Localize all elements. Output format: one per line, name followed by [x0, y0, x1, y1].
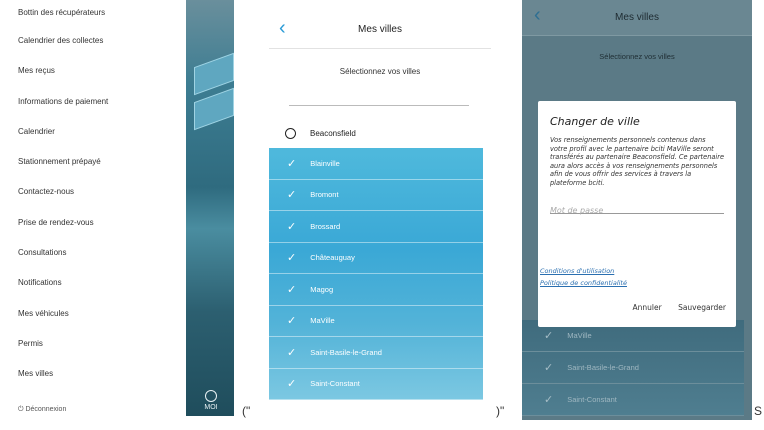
checkmark-icon: ✓ [287, 252, 297, 265]
back-icon[interactable]: ‹ [279, 17, 286, 40]
back-icon[interactable]: ‹ [534, 4, 541, 27]
dialog-title: Changer de ville [550, 115, 640, 128]
city-label: Brossard [310, 221, 341, 231]
city-row-saint-basile: ✓ Saint-Basile-le-Grand [522, 352, 744, 384]
city-row-bromont[interactable]: ✓ Bromont [269, 180, 483, 211]
dialog-links: Conditions d'utilisation Politique de co… [540, 265, 627, 289]
menu-item-vehicules[interactable]: Mes véhicules [4, 299, 186, 329]
page-subtitle: Sélectionnez vos villes [599, 52, 675, 61]
page-title: Mes villes [615, 12, 659, 23]
logout-label: Déconnexion [25, 406, 67, 413]
dialog-body: Vos renseignements personnels contenus d… [550, 136, 725, 187]
menu-item-contact[interactable]: Contactez-nous [4, 177, 186, 207]
privacy-link[interactable]: Politique de confidentialité [540, 277, 627, 289]
city-row-blainville[interactable]: ✓ Blainville [269, 148, 483, 180]
dialog-actions: Annuler Sauvegarder [618, 303, 726, 312]
city-row-magog[interactable]: ✓ Magog [269, 274, 483, 306]
dimmed-city-list: ✓ MaVille ✓ Saint-Basile-le-Grand ✓ Saint-C… [522, 320, 744, 416]
city-label: MaVille [567, 331, 592, 340]
search-underline[interactable] [289, 105, 469, 106]
city-row-saint-constant[interactable]: ✓ Saint-Constant [269, 369, 483, 400]
checkmark-icon: ✓ [287, 157, 297, 170]
city-row-saint-basile[interactable]: ✓ Saint-Basile-le-Grand [269, 337, 483, 369]
city-label: Magog [310, 284, 334, 294]
city-row-beaconsfield[interactable]: Beaconsfield [269, 118, 483, 148]
change-city-screen: ‹ Mes villes Sélectionnez vos villes ✓ Ma… [522, 0, 752, 420]
checkmark-icon: ✓ [287, 189, 297, 202]
menu-item-stationnement[interactable]: Stationnement prépayé [4, 147, 186, 177]
radio-icon [285, 127, 296, 139]
city-row-maville[interactable]: ✓ MaVille [269, 306, 483, 337]
page-subtitle: Sélectionnez vos villes [339, 67, 421, 76]
stray-text: S [754, 404, 763, 418]
city-row-saint-constant: ✓ Saint-Constant [522, 384, 744, 416]
city-label: Saint-Basile-le-Grand [567, 363, 639, 372]
checkmark-icon: ✓ [287, 346, 297, 359]
stray-text: (" [242, 404, 251, 418]
side-menu-screen: MOI Bottin des récupérateurs Calendrier … [4, 0, 234, 416]
change-city-dialog: Changer de ville Vos renseignements pers… [538, 101, 736, 327]
checkmark-icon: ✓ [287, 315, 297, 328]
menu-item-notifications[interactable]: Notifications [4, 268, 186, 298]
checkmark-icon: ✓ [287, 283, 297, 296]
password-field[interactable] [550, 198, 724, 215]
city-label: Saint-Constant [310, 379, 360, 389]
checkmark-icon: ✓ [287, 220, 297, 233]
city-label: MaVille [310, 316, 335, 326]
city-row-chateauguay[interactable]: ✓ Châteauguay [269, 243, 483, 274]
menu-item-rendez-vous[interactable]: Prise de rendez-vous [4, 208, 186, 238]
checkmark-icon: ✓ [287, 378, 297, 391]
menu-item-mes-villes[interactable]: Mes villes [4, 359, 186, 389]
menu-item-calendrier[interactable]: Calendrier [4, 117, 186, 147]
menu-item-paiement[interactable]: Informations de paiement [4, 87, 186, 117]
city-label: Saint-Constant [567, 395, 617, 404]
selected-cities: ✓ Blainville ✓ Bromont ✓ Brossard ✓ Châteaug… [269, 148, 483, 400]
menu-item-consultations[interactable]: Consultations [4, 238, 186, 268]
city-label: Beaconsfield [310, 128, 356, 138]
menu-item-bottin[interactable]: Bottin des récupérateurs [4, 0, 186, 26]
terms-link[interactable]: Conditions d'utilisation [540, 265, 627, 277]
user-icon [205, 390, 217, 402]
nav-bar: ‹ Mes villes [269, 11, 491, 49]
city-label: Bromont [310, 190, 339, 200]
menu-item-calendrier-collectes[interactable]: Calendrier des collectes [4, 26, 186, 56]
side-menu: Bottin des récupérateurs Calendrier des … [4, 0, 186, 416]
checkmark-icon: ✓ [544, 362, 554, 374]
checkmark-icon: ✓ [544, 394, 554, 406]
nav-bar: ‹ Mes villes [522, 0, 752, 36]
me-tab-label: MOI [204, 404, 218, 411]
cities-screen: ‹ Mes villes Sélectionnez vos villes Bea… [269, 11, 491, 415]
city-label: Blainville [310, 158, 340, 168]
me-tab[interactable]: MOI [188, 384, 234, 416]
city-list: Beaconsfield ✓ Blainville ✓ Bromont ✓ Bross… [269, 118, 483, 400]
password-input[interactable] [550, 205, 724, 215]
stray-text: )" [496, 404, 505, 418]
screenshot-collage: MOI Bottin des récupérateurs Calendrier … [0, 0, 764, 430]
cancel-button[interactable]: Annuler [632, 303, 661, 312]
city-label: Saint-Basile-le-Grand [310, 347, 382, 357]
menu-item-permis[interactable]: Permis [4, 329, 186, 359]
city-label: Châteauguay [310, 253, 355, 263]
checkmark-icon: ✓ [544, 330, 554, 342]
city-row-brossard[interactable]: ✓ Brossard [269, 211, 483, 243]
page-title: Mes villes [358, 24, 402, 35]
menu-item-mes-recus[interactable]: Mes reçus [4, 56, 186, 86]
logout-item[interactable]: ⏻ Déconnexion [18, 406, 66, 414]
save-button[interactable]: Sauvegarder [678, 303, 726, 312]
